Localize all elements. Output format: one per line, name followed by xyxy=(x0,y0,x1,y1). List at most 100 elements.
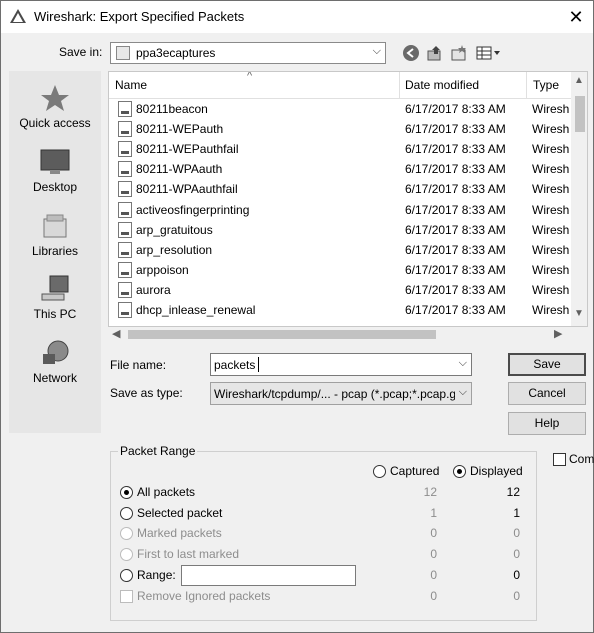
back-button[interactable] xyxy=(401,43,421,63)
capture-file-icon xyxy=(118,282,132,298)
place-quick-access[interactable]: Quick access xyxy=(9,83,101,130)
capture-file-icon xyxy=(118,141,132,157)
file-row[interactable]: 80211-WEPauth 6/17/2017 8:33 AM Wiresh xyxy=(109,119,571,139)
wireshark-fin-icon xyxy=(10,9,26,23)
export-dialog: Wireshark: Export Specified Packets ✕ Sa… xyxy=(0,0,594,633)
star-icon xyxy=(41,85,69,111)
file-type: Wiresh xyxy=(532,243,570,257)
save-as-type-value: Wireshark/tcpdump/... - pcap (*.pcap;*.p… xyxy=(214,387,455,401)
file-date: 6/17/2017 8:33 AM xyxy=(405,142,506,156)
file-date: 6/17/2017 8:33 AM xyxy=(405,122,506,136)
captured-count: 1 xyxy=(430,506,437,520)
new-folder-icon xyxy=(451,45,466,61)
file-type: Wiresh xyxy=(532,102,570,116)
first-to-last-marked-label: First to last marked xyxy=(137,547,240,561)
remove-ignored-label: Remove Ignored packets xyxy=(137,589,271,603)
captured-count: 12 xyxy=(423,485,437,499)
chevron-down-icon: ⌵ xyxy=(372,45,381,57)
file-date: 6/17/2017 8:33 AM xyxy=(405,303,506,317)
file-row[interactable]: aurora 6/17/2017 8:33 AM Wiresh xyxy=(109,280,571,300)
text-caret xyxy=(258,357,259,372)
compress-label: Comp xyxy=(569,452,594,466)
file-type: Wiresh xyxy=(532,283,570,297)
new-folder-button[interactable] xyxy=(449,43,469,63)
file-list-header: ^ Name Date modified Type xyxy=(109,72,571,99)
file-row[interactable]: arppoison 6/17/2017 8:33 AM Wiresh xyxy=(109,260,571,280)
save-in-folder: ppa3ecaptures xyxy=(136,46,216,60)
displayed-count: 0 xyxy=(513,526,520,540)
file-name: dhcp_inlease_renewal xyxy=(136,303,256,317)
capture-file-icon xyxy=(118,101,132,117)
help-button[interactable]: Help xyxy=(508,412,586,435)
capture-file-icon xyxy=(118,181,132,197)
file-name: arp_gratuitous xyxy=(136,223,213,237)
file-row[interactable]: dhcp_inlease_renewal 6/17/2017 8:33 AM W… xyxy=(109,300,571,320)
scroll-up-icon[interactable]: ▲ xyxy=(574,75,584,86)
all-packets-label: All packets xyxy=(137,485,196,499)
file-name: 80211-WEPauth xyxy=(136,122,224,136)
capture-file-icon xyxy=(118,202,132,218)
scroll-left-icon[interactable]: ◀ xyxy=(112,327,120,340)
file-row[interactable]: activeosfingerprinting 6/17/2017 8:33 AM… xyxy=(109,200,571,220)
displayed-count: 0 xyxy=(513,547,520,561)
file-type: Wiresh xyxy=(532,122,570,136)
file-row[interactable]: arp_resolution 6/17/2017 8:33 AM Wiresh xyxy=(109,240,571,260)
file-type: Wiresh xyxy=(532,203,570,217)
file-type: Wiresh xyxy=(532,263,570,277)
range-radio[interactable] xyxy=(120,569,133,582)
view-menu-button[interactable] xyxy=(475,43,503,63)
close-button[interactable]: ✕ xyxy=(563,5,589,29)
range-input[interactable] xyxy=(181,565,356,586)
place-this-pc[interactable]: This PC xyxy=(9,274,101,321)
file-row[interactable]: 80211-WPAauth 6/17/2017 8:33 AM Wiresh xyxy=(109,159,571,179)
all-packets-radio[interactable] xyxy=(120,486,133,499)
displayed-radio[interactable] xyxy=(453,465,466,478)
compress-checkbox[interactable] xyxy=(553,453,566,466)
file-name: arppoison xyxy=(136,263,189,277)
capture-file-icon xyxy=(118,121,132,137)
packet-range-title: Packet Range xyxy=(118,444,198,458)
save-as-type-select[interactable]: Wireshark/tcpdump/... - pcap (*.pcap;*.p… xyxy=(210,382,472,405)
folder-icon xyxy=(116,46,130,60)
close-icon: ✕ xyxy=(568,7,584,27)
place-desktop[interactable]: Desktop xyxy=(9,147,101,194)
cancel-button[interactable]: Cancel xyxy=(508,382,586,405)
capture-file-icon xyxy=(118,302,132,318)
column-date-modified[interactable]: Date modified xyxy=(405,78,479,92)
file-date: 6/17/2017 8:33 AM xyxy=(405,243,506,257)
selected-packet-radio[interactable] xyxy=(120,507,133,520)
vertical-scroll-thumb[interactable] xyxy=(575,96,585,132)
save-in-combo[interactable]: ppa3ecaptures ⌵ xyxy=(110,42,386,64)
file-name: 80211-WPAauth xyxy=(136,162,223,176)
file-type: Wiresh xyxy=(532,303,570,317)
computer-icon xyxy=(41,275,69,301)
scroll-down-icon[interactable]: ▼ xyxy=(574,308,584,319)
scroll-right-icon[interactable]: ▶ xyxy=(554,327,562,340)
file-name-input[interactable]: packets ⌵ xyxy=(210,353,472,376)
place-label: Desktop xyxy=(32,180,78,194)
horizontal-scroll-thumb[interactable] xyxy=(128,330,436,339)
file-row[interactable]: arp_gratuitous 6/17/2017 8:33 AM Wiresh xyxy=(109,220,571,240)
file-row[interactable]: 80211-WEPauthfail 6/17/2017 8:33 AM Wire… xyxy=(109,139,571,159)
up-folder-button[interactable] xyxy=(425,43,445,63)
place-libraries[interactable]: Libraries xyxy=(9,211,101,258)
horizontal-scrollbar[interactable]: ◀ ▶ xyxy=(108,327,570,342)
file-name-label: File name: xyxy=(110,358,167,372)
column-name[interactable]: Name xyxy=(115,78,147,92)
up-folder-icon xyxy=(427,46,441,61)
places-bar: Quick access Desktop Libraries This PC N… xyxy=(9,71,101,433)
save-button[interactable]: Save xyxy=(508,353,586,376)
file-type: Wiresh xyxy=(532,142,570,156)
chevron-down-icon[interactable]: ⌵ xyxy=(459,357,467,370)
desktop-icon xyxy=(40,149,70,174)
file-name: activeosfingerprinting xyxy=(136,203,250,217)
file-list[interactable]: ^ Name Date modified Type 80211beacon 6/… xyxy=(108,71,588,327)
place-label: This PC xyxy=(33,307,77,321)
captured-radio[interactable] xyxy=(373,465,386,478)
column-type[interactable]: Type xyxy=(533,78,559,92)
vertical-scrollbar[interactable]: ▲ ▼ xyxy=(571,72,587,326)
place-network[interactable]: Network xyxy=(9,338,101,385)
network-icon xyxy=(43,340,69,364)
file-row[interactable]: 80211beacon 6/17/2017 8:33 AM Wiresh xyxy=(109,99,571,119)
file-row[interactable]: 80211-WPAauthfail 6/17/2017 8:33 AM Wire… xyxy=(109,179,571,199)
